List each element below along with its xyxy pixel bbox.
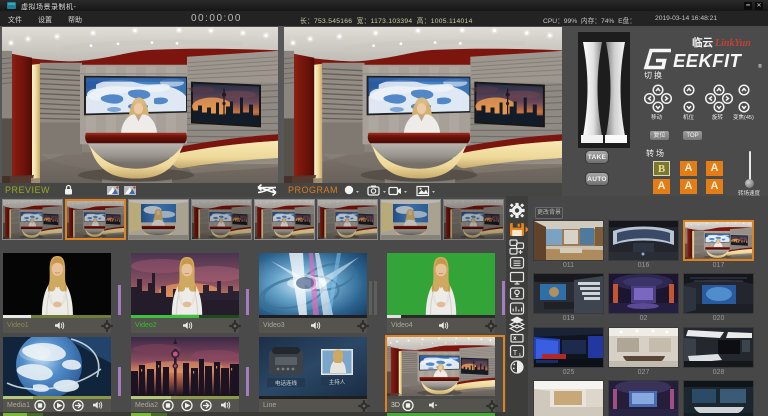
svg-text:1: 1 xyxy=(519,352,522,357)
svg-text:电话连线: 电话连线 xyxy=(275,379,298,387)
svg-text:T: T xyxy=(513,348,518,357)
svg-text:LinkYun: LinkYun xyxy=(714,38,751,49)
svg-text:®: ® xyxy=(758,63,762,70)
svg-text:主持人: 主持人 xyxy=(329,378,346,386)
svg-text:EEKFIT: EEKFIT xyxy=(673,50,742,70)
svg-text:临云: 临云 xyxy=(692,36,713,49)
